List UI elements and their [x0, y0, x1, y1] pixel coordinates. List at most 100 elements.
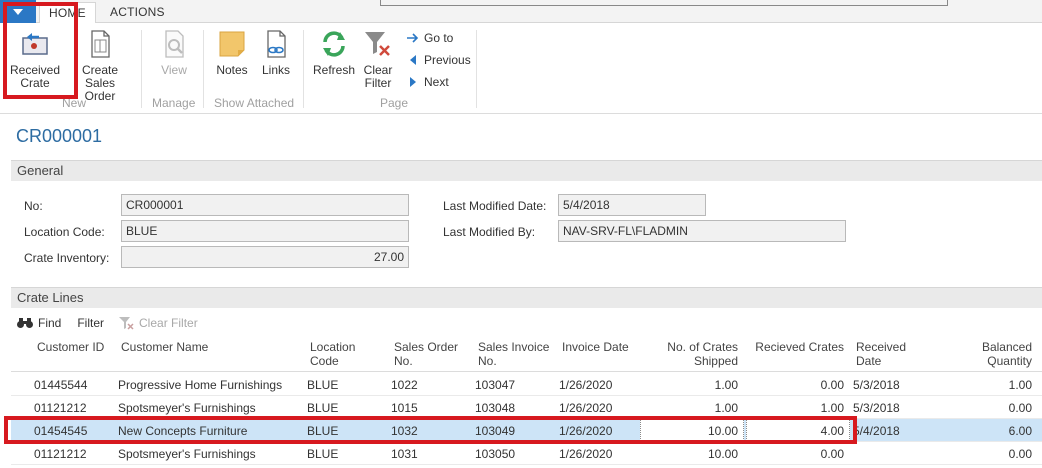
col-location-code[interactable]: Location Code: [310, 340, 355, 368]
link-icon: [267, 30, 286, 58]
document-icon: [91, 30, 110, 58]
cell-sales-invoice-no: 103050: [475, 447, 516, 461]
group-separator: [141, 30, 142, 108]
group-separator: [476, 30, 477, 108]
arrow-right-icon: [407, 33, 419, 43]
cell-location-code: BLUE: [307, 401, 339, 415]
location-code-field[interactable]: BLUE: [121, 220, 409, 242]
refresh-button[interactable]: Refresh: [312, 28, 356, 77]
tab-actions[interactable]: ACTIONS: [101, 2, 174, 24]
cell-received-date: 5/3/2018: [853, 378, 900, 392]
refresh-icon: [323, 31, 345, 57]
cell-customer-id: 01445544: [34, 378, 88, 392]
next-button[interactable]: Next: [407, 75, 449, 89]
cell-balanced-quantity: 0.00: [1008, 401, 1032, 415]
links-label: Links: [261, 63, 290, 77]
cell-crates-shipped: 1.00: [714, 401, 738, 415]
col-sales-order-no[interactable]: Sales Order No.: [394, 340, 458, 368]
cell-invoice-date: 1/26/2020: [559, 401, 613, 415]
table-row[interactable]: 01445544 Progressive Home Furnishings BL…: [11, 373, 1042, 396]
received-crate-highlight: [3, 2, 78, 99]
crate-lines-section-header[interactable]: Crate Lines: [11, 287, 1042, 308]
clear-filter-icon: [119, 317, 134, 330]
group-label-show-attached: Show Attached: [214, 96, 295, 110]
location-code-label: Location Code:: [24, 225, 105, 239]
group-separator: [303, 30, 304, 108]
cell-sales-invoice-no: 103047: [475, 378, 516, 392]
group-label-page: Page: [380, 96, 409, 110]
find-button[interactable]: Find: [16, 316, 61, 330]
cell-sales-order-no: 1031: [391, 447, 418, 461]
window-frame-edge: [380, 0, 948, 6]
clear-filter-toolbar-button[interactable]: Clear Filter: [118, 316, 198, 330]
col-customer-id[interactable]: Customer ID: [37, 340, 104, 354]
links-button[interactable]: Links: [256, 28, 296, 77]
group-label-manage: Manage: [152, 96, 196, 110]
last-modified-date-label: Last Modified Date:: [443, 199, 547, 213]
cell-sales-invoice-no: 103048: [475, 401, 516, 415]
col-customer-name[interactable]: Customer Name: [121, 340, 208, 354]
cell-crates-shipped: 1.00: [714, 378, 738, 392]
cell-customer-name: Spotsmeyer's Furnishings: [118, 447, 256, 461]
cell-sales-order-no: 1015: [391, 401, 418, 415]
filter-label: Filter: [77, 316, 105, 330]
view-icon: [165, 30, 184, 58]
refresh-label: Refresh: [312, 63, 356, 77]
filter-button[interactable]: Filter: [77, 316, 104, 330]
general-section-header[interactable]: General: [11, 160, 1042, 181]
ribbon-tab-bar: HOME ACTIONS: [0, 0, 1042, 24]
crate-lines-table-header: Customer ID Customer Name Location Code S…: [11, 336, 1042, 372]
last-modified-date-field[interactable]: 5/4/2018: [558, 194, 706, 216]
cell-received-crates: 0.00: [820, 378, 844, 392]
col-invoice-date[interactable]: Invoice Date: [562, 340, 629, 354]
cell-received-date: 5/3/2018: [853, 401, 900, 415]
last-modified-by-field[interactable]: NAV-SRV-FL\FLADMIN: [558, 220, 846, 242]
cell-received-crates: 0.00: [820, 447, 844, 461]
cell-sales-order-no: 1022: [391, 378, 418, 392]
binoculars-icon: [17, 318, 33, 328]
col-balanced-quantity[interactable]: Balanced Quantity: [982, 340, 1032, 368]
clear-filter-label-2: Filter: [364, 76, 392, 90]
col-sales-invoice-no[interactable]: Sales Invoice No.: [478, 340, 549, 368]
cell-location-code: BLUE: [307, 447, 339, 461]
sticky-note-icon: [219, 31, 245, 57]
notes-button[interactable]: Notes: [212, 28, 252, 77]
clear-filter-icon: [365, 32, 390, 56]
go-to-button[interactable]: Go to: [407, 31, 453, 45]
selected-row-highlight: [4, 416, 857, 444]
cell-received-date: 5/4/2018: [853, 424, 900, 438]
cell-customer-id: 01121212: [34, 447, 87, 461]
col-received-crates[interactable]: Recieved Crates: [755, 340, 844, 354]
triangle-left-icon: [407, 55, 419, 65]
clear-filter-button[interactable]: Clear Filter: [358, 28, 398, 90]
cell-customer-id: 01121212: [34, 401, 87, 415]
view-label: View: [161, 63, 187, 77]
cell-invoice-date: 1/26/2020: [559, 378, 613, 392]
triangle-right-icon: [407, 77, 419, 87]
go-to-label: Go to: [424, 31, 454, 45]
notes-label: Notes: [216, 63, 248, 77]
previous-button[interactable]: Previous: [407, 53, 471, 67]
col-received-date[interactable]: Received Date: [856, 340, 906, 368]
no-field[interactable]: CR000001: [121, 194, 409, 216]
group-separator: [203, 30, 204, 108]
cell-customer-name: Spotsmeyer's Furnishings: [118, 401, 256, 415]
cell-received-crates: 1.00: [820, 401, 844, 415]
cell-balanced-quantity: 6.00: [1008, 424, 1032, 438]
cell-invoice-date: 1/26/2020: [559, 447, 613, 461]
clear-filter-toolbar-label: Clear Filter: [139, 316, 198, 330]
crate-inventory-field[interactable]: 27.00: [121, 246, 409, 268]
no-label: No:: [24, 199, 43, 213]
previous-label: Previous: [424, 53, 471, 67]
next-label: Next: [424, 75, 449, 89]
find-label: Find: [38, 316, 62, 330]
crate-inventory-label: Crate Inventory:: [24, 251, 110, 265]
ribbon: Received Crate Create Sales Order New Vi…: [0, 23, 1042, 114]
table-row[interactable]: 01121212 Spotsmeyer's Furnishings BLUE 1…: [11, 442, 1042, 465]
crate-lines-toolbar: Find Filter Clear Filter: [16, 314, 212, 332]
col-crates-shipped[interactable]: No. of Crates Shipped: [667, 340, 738, 368]
cell-location-code: BLUE: [307, 378, 339, 392]
cell-crates-shipped: 10.00: [707, 447, 738, 461]
page-title: CR000001: [16, 126, 103, 146]
view-button[interactable]: View: [152, 28, 196, 77]
